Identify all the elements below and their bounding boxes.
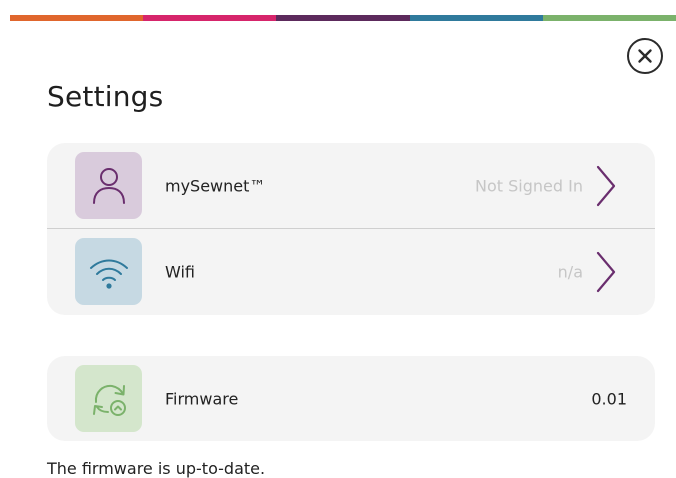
wifi-icon <box>89 259 128 289</box>
settings-row-wifi[interactable]: Wifi n/a <box>47 228 655 314</box>
firmware-card: Firmware 0.01 <box>47 356 655 441</box>
chevron-right-icon <box>596 165 616 206</box>
wifi-status: n/a <box>557 262 583 281</box>
firmware-update-icon <box>92 384 126 416</box>
wifi-label: Wifi <box>165 262 195 281</box>
close-icon <box>638 49 652 63</box>
account-tile <box>75 152 142 219</box>
close-button[interactable] <box>627 38 663 74</box>
stripe-segment-magenta <box>143 15 277 21</box>
settings-row-firmware: Firmware 0.01 <box>47 356 655 441</box>
user-icon <box>92 167 125 204</box>
brand-color-stripe <box>10 15 676 21</box>
chevron-right-icon <box>596 251 616 292</box>
stripe-segment-purple <box>276 15 410 21</box>
page-title: Settings <box>47 80 164 113</box>
connections-card: mySewnet™ Not Signed In Wifi n/a <box>47 143 655 315</box>
mysewnet-label: mySewnet™ <box>165 176 266 195</box>
firmware-version: 0.01 <box>591 389 627 408</box>
wifi-tile <box>75 238 142 305</box>
settings-page: Settings mySewnet™ Not Signed In Wifi n/… <box>0 0 676 478</box>
firmware-status-message: The firmware is up-to-date. <box>47 459 266 478</box>
mysewnet-status: Not Signed In <box>475 176 583 195</box>
firmware-label: Firmware <box>165 389 239 408</box>
firmware-tile <box>75 365 142 432</box>
settings-row-mysewnet[interactable]: mySewnet™ Not Signed In <box>47 143 655 228</box>
stripe-segment-blue <box>409 15 543 21</box>
stripe-segment-green <box>542 15 676 21</box>
stripe-segment-orange <box>10 15 144 21</box>
